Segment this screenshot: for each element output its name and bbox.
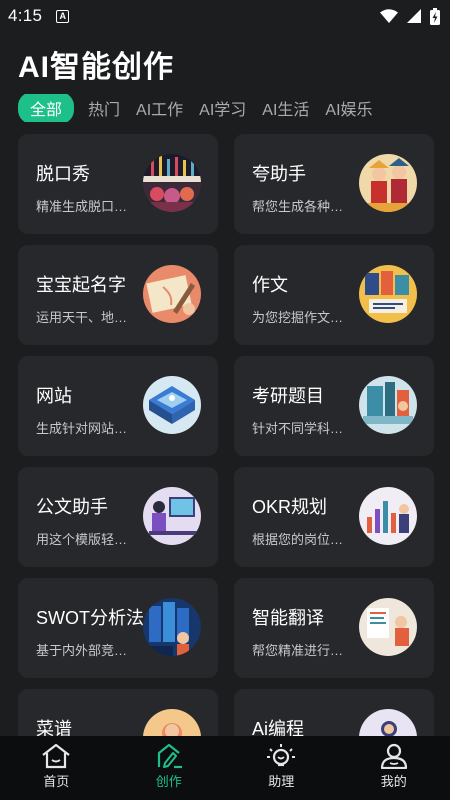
card-desc: 用这个模版轻松写公文 <box>36 532 138 547</box>
card-desc: 为您挖掘作文灵感 <box>252 310 354 325</box>
card-title: 网站 <box>36 386 72 406</box>
tab-ai-life[interactable]: AI生活 <box>260 94 311 122</box>
swot-thumb-icon <box>143 598 201 656</box>
nav-create[interactable]: 创作 <box>113 736 226 800</box>
card-title: 脱口秀 <box>36 164 90 184</box>
nav-label: 助理 <box>268 774 295 789</box>
card-talk-show[interactable]: 脱口秀 精准生成脱口秀文案 <box>18 134 218 234</box>
signal-icon <box>407 9 421 23</box>
card-smart-translate[interactable]: 智能翻译 帮您精准进行翻译 <box>234 578 434 678</box>
nav-assistant[interactable]: 助理 <box>225 736 338 800</box>
create-icon <box>157 743 182 769</box>
bottom-nav: 首页 创作 助理 我的 <box>0 736 450 800</box>
nav-label: 首页 <box>43 774 70 789</box>
card-okr-plan[interactable]: OKR规划 根据您的岗位生成规划 <box>234 467 434 567</box>
card-title: 考研题目 <box>252 386 324 406</box>
nav-label: 我的 <box>380 774 407 789</box>
card-praise-assistant[interactable]: 夸助手 帮您生成各种夸赞 <box>234 134 434 234</box>
card-title: 夸助手 <box>252 164 306 184</box>
comedy-stage-thumb-icon <box>143 154 201 212</box>
nav-profile[interactable]: 我的 <box>338 736 450 800</box>
card-desc: 帮您精准进行翻译 <box>252 643 354 658</box>
essay-thumb-icon <box>359 265 417 323</box>
home-icon <box>42 743 70 769</box>
card-desc: 运用天干、地支取名 <box>36 310 138 325</box>
card-title: SWOT分析法 <box>36 608 144 628</box>
tab-hot[interactable]: 热门 <box>86 94 122 122</box>
card-document-assistant[interactable]: 公文助手 用这个模版轻松写公文 <box>18 467 218 567</box>
card-desc: 基于内外部竞争环境 <box>36 643 138 658</box>
baby-name-thumb-icon <box>143 265 201 323</box>
exam-thumb-icon <box>359 376 417 434</box>
card-title: 智能翻译 <box>252 608 324 628</box>
card-baby-name[interactable]: 宝宝起名字 运用天干、地支取名 <box>18 245 218 345</box>
card-title: 公文助手 <box>36 497 108 517</box>
card-swot-analysis[interactable]: SWOT分析法 基于内外部竞争环境 <box>18 578 218 678</box>
card-title: 宝宝起名字 <box>36 275 126 295</box>
card-essay[interactable]: 作文 为您挖掘作文灵感 <box>234 245 434 345</box>
assistant-icon <box>267 744 296 767</box>
page-title: AI智能创作 <box>18 51 174 84</box>
profile-icon <box>380 743 407 769</box>
card-desc: 帮您生成各种夸赞 <box>252 199 354 214</box>
nav-home[interactable]: 首页 <box>0 736 113 800</box>
wifi-icon <box>380 9 398 23</box>
card-website[interactable]: 网站 生成针对网站的方案 <box>18 356 218 456</box>
battery-icon <box>430 7 440 25</box>
card-exam-questions[interactable]: 考研题目 针对不同学科生成题目 <box>234 356 434 456</box>
tab-all[interactable]: 全部 <box>18 94 75 122</box>
card-desc: 根据您的岗位生成规划 <box>252 532 354 547</box>
okr-thumb-icon <box>359 487 417 545</box>
nav-label: 创作 <box>155 774 182 789</box>
tab-ai-entertainment[interactable]: AI娱乐 <box>323 94 374 122</box>
tab-ai-work[interactable]: AI工作 <box>134 94 185 122</box>
category-tabs: 全部 热门 AI工作 AI学习 AI生活 AI娱乐 <box>18 94 450 122</box>
website-thumb-icon <box>143 376 201 434</box>
card-desc: 针对不同学科生成题目 <box>252 421 354 436</box>
app-notification-icon: A <box>56 9 70 23</box>
translate-thumb-icon <box>359 598 417 656</box>
card-desc: 生成针对网站的方案 <box>36 421 138 436</box>
card-title: 作文 <box>252 275 288 295</box>
tab-ai-study[interactable]: AI学习 <box>197 94 248 122</box>
card-desc: 精准生成脱口秀文案 <box>36 199 138 214</box>
card-title: OKR规划 <box>252 497 328 517</box>
status-bar: 4:15 A <box>0 0 450 32</box>
creation-grid: 脱口秀 精准生成脱口秀文案 夸助手 帮您生成各种夸赞 <box>18 134 434 789</box>
praise-thumb-icon <box>359 154 417 212</box>
document-thumb-icon <box>143 487 201 545</box>
status-time: 4:15 <box>8 6 43 25</box>
status-icons <box>380 7 440 25</box>
